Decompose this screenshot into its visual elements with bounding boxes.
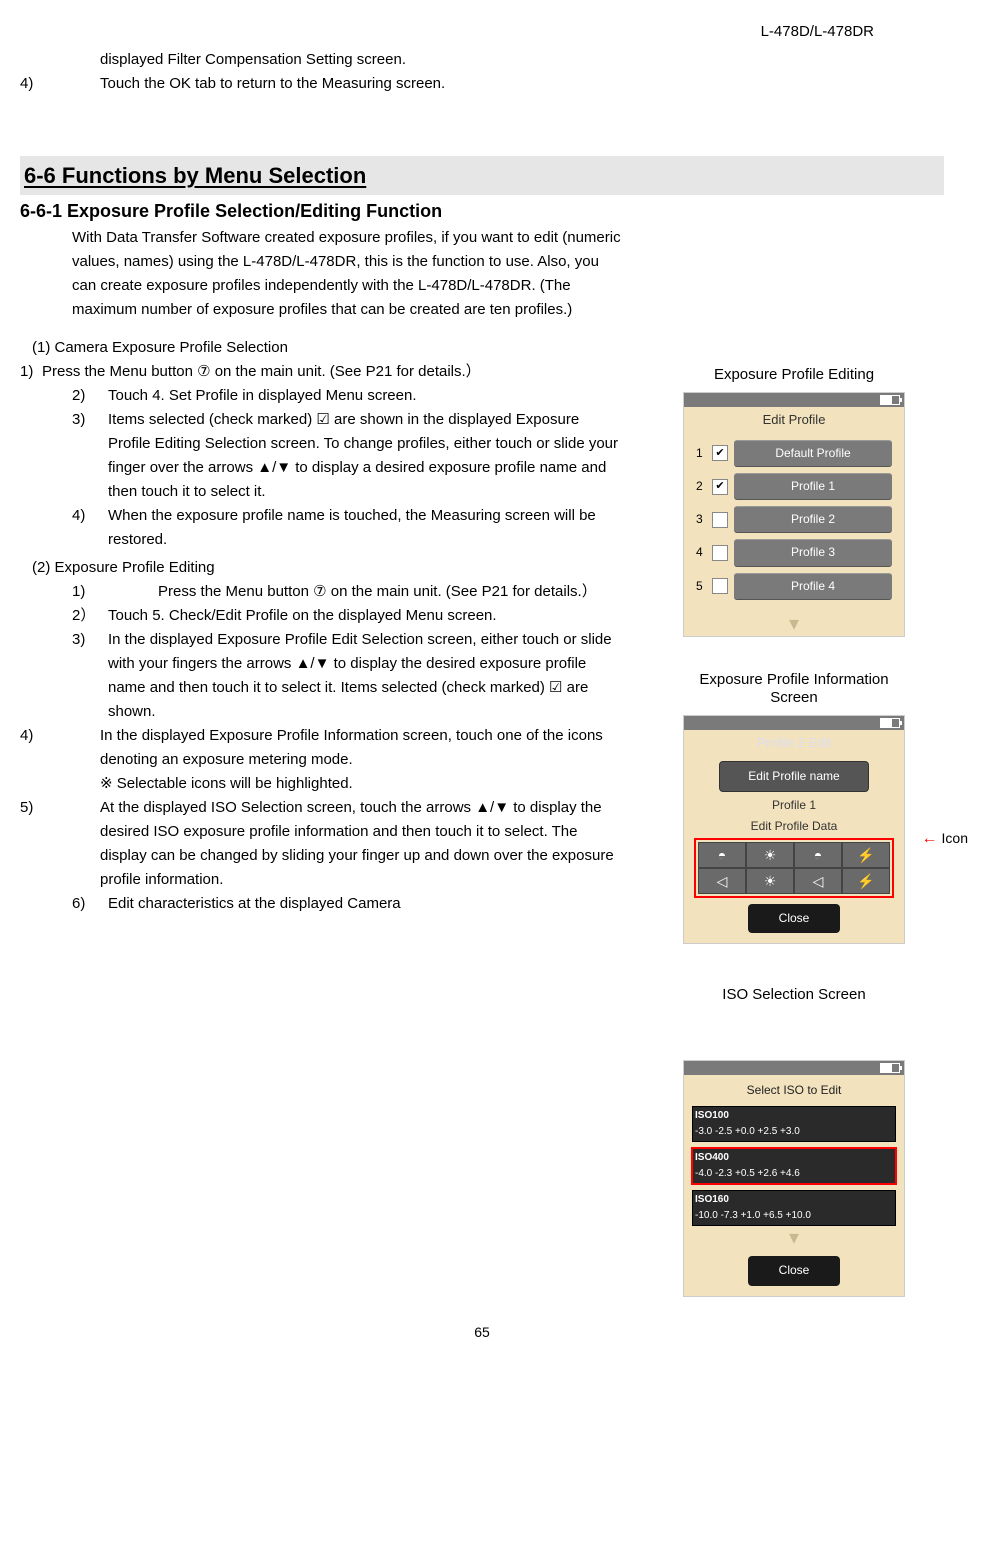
list-text: Press the Menu button ⑦ on the main unit… <box>108 580 597 604</box>
icon-callout: ← Icon <box>922 826 968 852</box>
checkbox[interactable]: ✔ <box>712 479 728 495</box>
profile-row: 5 Profile 4 <box>696 573 892 600</box>
mode-icon-reflected-flash[interactable]: ◁ <box>794 868 842 894</box>
mode-icon-flash[interactable]: ⚡ <box>842 868 890 894</box>
profile-row: 4 Profile 3 <box>696 539 892 566</box>
profile-row: 3 Profile 2 <box>696 506 892 533</box>
profile-name-label: Profile 1 <box>684 796 904 815</box>
list-text: When the exposure profile name is touche… <box>108 504 624 552</box>
profile-row: 1 ✔ Default Profile <box>696 440 892 467</box>
sub2-step1: 1) Press the Menu button ⑦ on the main u… <box>72 580 624 604</box>
screen-title: Select ISO to Edit <box>692 1081 896 1100</box>
checkbox[interactable] <box>712 578 728 594</box>
list-number: 1) <box>20 360 42 384</box>
status-bar <box>684 716 904 730</box>
metering-mode-icons: ◓ ☀ ◓ ⚡ ◁ ☀ ◁ ⚡ <box>694 838 894 898</box>
mode-icon-sun[interactable]: ☀ <box>746 842 794 868</box>
profile-button[interactable]: Default Profile <box>734 440 892 467</box>
profile-row: 2 ✔ Profile 1 <box>696 473 892 500</box>
document-header-model: L-478D/L-478DR <box>20 20 874 44</box>
list-text: At the displayed ISO Selection screen, t… <box>100 796 624 892</box>
sub2-step2: 2） Touch 5. Check/Edit Profile on the di… <box>72 604 624 628</box>
intro-paragraph: With Data Transfer Software created expo… <box>72 226 624 322</box>
list-number: 2） <box>72 604 108 628</box>
list-number: 5) <box>20 796 100 892</box>
list-number: 3) <box>72 408 108 504</box>
close-button[interactable]: Close <box>748 1256 840 1285</box>
subsection-title: 6-6-1 Exposure Profile Selection/Editing… <box>20 197 944 226</box>
battery-icon <box>880 1063 900 1073</box>
screen-profile-info: Profile 2 Edit Edit Profile name Profile… <box>683 715 905 945</box>
status-bar <box>684 393 904 407</box>
edit-profile-name-button[interactable]: Edit Profile name <box>719 761 869 792</box>
row-number: 2 <box>696 477 706 496</box>
chevron-down-icon[interactable]: ▾ <box>684 618 904 630</box>
caption-screen-1: Exposure Profile Editing <box>714 366 874 384</box>
profile-button[interactable]: Profile 1 <box>734 473 892 500</box>
sub2-step4-note: ※ Selectable icons will be highlighted. <box>100 772 624 796</box>
status-bar <box>684 1061 904 1075</box>
sub2-step6: 6) Edit characteristics at the displayed… <box>72 892 624 916</box>
mode-icon-incident-flash[interactable]: ◓ <box>794 842 842 868</box>
edit-profile-data-label: Edit Profile Data <box>684 817 904 836</box>
caption-screen-2: Exposure Profile InformationScreen <box>699 671 888 707</box>
sub1-step2: 2) Touch 4. Set Profile in displayed Men… <box>72 384 624 408</box>
list-text: In the displayed Exposure Profile Inform… <box>100 724 624 772</box>
mode-icon-flash[interactable]: ⚡ <box>842 842 890 868</box>
page-number: 65 <box>20 1321 944 1343</box>
arrow-left-icon: ← <box>922 826 938 852</box>
battery-icon <box>880 395 900 405</box>
list-number: 6) <box>72 892 108 916</box>
profile-button[interactable]: Profile 2 <box>734 506 892 533</box>
battery-icon <box>880 718 900 728</box>
list-text: Press the Menu button ⑦ on the main unit… <box>42 360 481 384</box>
list-text: Edit characteristics at the displayed Ca… <box>108 892 401 916</box>
iso-row[interactable]: ISO100-3.0 -2.5 +0.0 +2.5 +3.0 <box>692 1106 896 1142</box>
checkbox[interactable]: ✔ <box>712 445 728 461</box>
list-number: 2) <box>72 384 108 408</box>
sub1-step4: 4) When the exposure profile name is tou… <box>72 504 624 552</box>
profile-button[interactable]: Profile 4 <box>734 573 892 600</box>
mode-icon-sun[interactable]: ☀ <box>746 868 794 894</box>
sub2-step3: 3) In the displayed Exposure Profile Edi… <box>72 628 624 724</box>
sub2-title: (2) Exposure Profile Editing <box>32 556 624 580</box>
checkbox[interactable] <box>712 512 728 528</box>
caption-screen-3: ISO Selection Screen <box>722 986 865 1004</box>
list-text: Touch 4. Set Profile in displayed Menu s… <box>108 384 417 408</box>
checkbox[interactable] <box>712 545 728 561</box>
sub1-step1: 1) Press the Menu button ⑦ on the main u… <box>20 360 624 384</box>
sub1-step3: 3) Items selected (check marked) ☑ are s… <box>72 408 624 504</box>
list-text: Items selected (check marked) ☑ are show… <box>108 408 624 504</box>
list-text: Touch the OK tab to return to the Measur… <box>100 72 445 96</box>
row-number: 3 <box>696 510 706 529</box>
list-number: 4) <box>72 504 108 552</box>
screen-title: Edit Profile <box>684 407 904 434</box>
intro-step-4: 4) Touch the OK tab to return to the Mea… <box>20 72 944 96</box>
chevron-down-icon[interactable]: ▾ <box>692 1232 896 1244</box>
iso-row[interactable]: ISO160-10.0 -7.3 +1.0 +6.5 +10.0 <box>692 1190 896 1226</box>
mode-icon-reflected-ambient[interactable]: ◁ <box>698 868 746 894</box>
list-number: 4) <box>20 72 100 96</box>
iso-row[interactable]: ISO400-4.0 -2.3 +0.5 +2.6 +4.6 <box>692 1148 896 1184</box>
sub2-step5: 5) At the displayed ISO Selection screen… <box>20 796 624 892</box>
row-number: 5 <box>696 577 706 596</box>
screen-edit-profile: Edit Profile 1 ✔ Default Profile 2 ✔ Profile … <box>683 392 905 637</box>
row-number: 4 <box>696 543 706 562</box>
screen-iso-selection: Select ISO to Edit ISO100-3.0 -2.5 +0.0 … <box>683 1060 905 1296</box>
list-number: 3) <box>72 628 108 724</box>
row-number: 1 <box>696 444 706 463</box>
profile-button[interactable]: Profile 3 <box>734 539 892 566</box>
mode-icon-incident-ambient[interactable]: ◓ <box>698 842 746 868</box>
list-number: 4) <box>20 724 100 772</box>
continued-text: displayed Filter Compensation Setting sc… <box>100 48 944 72</box>
sub1-title: (1) Camera Exposure Profile Selection <box>32 336 624 360</box>
close-button[interactable]: Close <box>748 904 840 933</box>
sub2-step4: 4) In the displayed Exposure Profile Inf… <box>20 724 624 772</box>
list-text: Touch 5. Check/Edit Profile on the displ… <box>108 604 497 628</box>
list-text: In the displayed Exposure Profile Edit S… <box>108 628 624 724</box>
screen-title: Profile 2 Edit <box>684 730 904 757</box>
list-number: 1) <box>72 580 108 604</box>
section-title: 6-6 Functions by Menu Selection <box>20 156 944 195</box>
